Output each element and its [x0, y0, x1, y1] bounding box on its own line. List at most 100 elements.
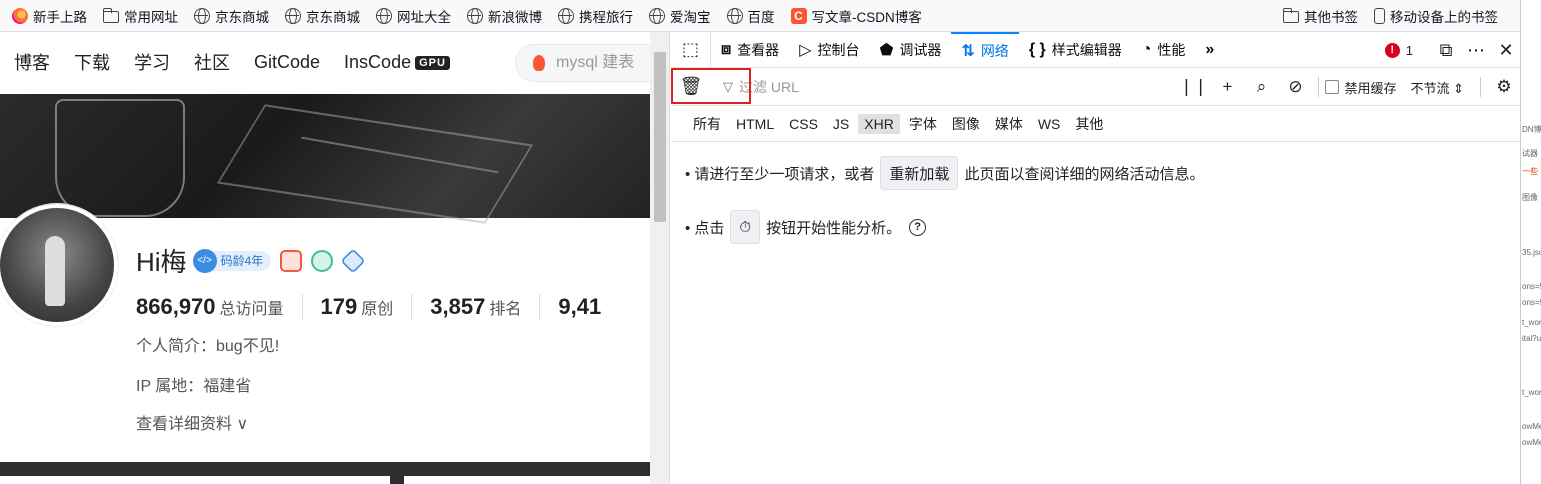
bookmark-item[interactable]: 京东商城: [188, 4, 275, 28]
chevron-down-icon: ∨: [232, 416, 249, 433]
type-other[interactable]: 其他: [1069, 112, 1109, 136]
bookmark-item[interactable]: 新浪微博: [461, 4, 548, 28]
inspector-icon: ⧈: [721, 40, 732, 58]
nav-download[interactable]: 下载: [74, 49, 110, 75]
nav-blog[interactable]: 博客: [14, 49, 50, 75]
view-details-link[interactable]: 查看详细资料 ∨: [136, 410, 248, 434]
add-icon[interactable]: +: [1210, 77, 1244, 97]
empty-notice-perf: • 点击 ⏱ 按钮开始性能分析。 ?: [685, 210, 927, 244]
globe-icon: [194, 7, 210, 24]
bookmark-item[interactable]: 网址大全: [370, 4, 457, 28]
globe-icon: [467, 7, 483, 24]
type-css[interactable]: CSS: [783, 114, 824, 134]
coding-age-badge[interactable]: </> 码龄4年: [192, 248, 272, 273]
bookmark-item[interactable]: 爱淘宝: [643, 4, 717, 28]
stopwatch-button[interactable]: ⏱: [730, 210, 761, 244]
globe-icon: [285, 7, 301, 24]
type-media[interactable]: 媒体: [989, 112, 1029, 136]
globe-icon: [726, 7, 743, 24]
mobile-bookmarks[interactable]: 移动设备上的书签: [1368, 4, 1504, 28]
request-type-filters: 所有 HTML CSS JS XHR 字体 图像 媒体 WS 其他: [671, 106, 1521, 142]
bookmark-item[interactable]: C 写文章-CSDN博客: [785, 4, 928, 28]
folder-icon: [1283, 8, 1299, 23]
error-count-badge[interactable]: ! 1: [1384, 42, 1413, 58]
hot-flame-icon: [533, 55, 545, 71]
type-images[interactable]: 图像: [946, 112, 986, 136]
block-icon[interactable]: ⊘: [1278, 77, 1312, 97]
profile-bio: 个人简介：bug不见!: [136, 338, 280, 355]
tab-network[interactable]: ⇅ 网络: [951, 32, 1019, 67]
nav-community[interactable]: 社区: [194, 49, 230, 75]
firefox-icon: [12, 7, 28, 24]
reload-button[interactable]: 重新加载: [880, 156, 959, 190]
type-js[interactable]: JS: [827, 114, 855, 134]
empty-notice-reload: • 请进行至少一项请求，或者 重新加载 此页面以查阅详细的网络活动信息。: [685, 156, 1204, 190]
annotation-highlight-box: [671, 68, 751, 104]
console-icon: ▷: [799, 41, 812, 59]
stopwatch-icon: ⏱: [739, 218, 752, 236]
bookmark-item[interactable]: 携程旅行: [552, 4, 639, 28]
nav-learn[interactable]: 学习: [134, 49, 170, 75]
tab-inspector[interactable]: ⧈ 查看器: [711, 32, 789, 67]
background-window-strip: DN博 试器 一些 图像 35.jso ons=5 ons=9 t_wor it…: [1520, 0, 1541, 484]
globe-icon: [376, 7, 392, 24]
bookmark-item[interactable]: 百度: [721, 4, 781, 28]
scrollbar-thumb[interactable]: [654, 52, 666, 222]
devtools-toolbar: ⬚ ⧈ 查看器 ▷ 控制台 ⬟ 调试器 ⇅ 网络 { } 样式编辑器 ◔ 性能 » ! 1 ⧉…: [671, 32, 1521, 68]
type-xhr[interactable]: XHR: [858, 113, 900, 134]
globe-icon: [649, 7, 665, 24]
type-fonts[interactable]: 字体: [903, 112, 943, 136]
profile-stats: 866,970 总访问量 179 原创 3,857 排名 9,41: [136, 294, 637, 320]
ip-location: IP 属地：福建省: [136, 378, 252, 395]
folder-icon: [103, 7, 119, 23]
badge-icon[interactable]: [280, 249, 303, 272]
style-editor-icon: { }: [1028, 40, 1046, 58]
tab-console[interactable]: ▷ 控制台: [789, 32, 869, 67]
tab-debugger[interactable]: ⬟ 调试器: [870, 32, 952, 67]
badge-icon[interactable]: [311, 249, 334, 272]
profile-banner: [0, 94, 650, 224]
responsive-mode-icon[interactable]: ⧉: [1431, 40, 1461, 61]
devtools-panel: ⬚ ⧈ 查看器 ▷ 控制台 ⬟ 调试器 ⇅ 网络 { } 样式编辑器 ◔ 性能 » ! 1 ⧉…: [650, 32, 1521, 484]
debugger-icon: ⬟: [879, 41, 894, 59]
nav-inscode[interactable]: InsCode GPU: [344, 52, 450, 73]
tab-performance[interactable]: ◔ 性能: [1132, 32, 1196, 67]
type-all[interactable]: 所有: [687, 112, 727, 136]
network-filter-bar: 🗑 ▽ 过滤 URL ❘❘ + ⌕ ⊘ 禁用缓存 不节流 ⇕ ⚙: [671, 68, 1521, 106]
profile-name: Hi梅 </> 码龄4年: [136, 242, 366, 279]
bookmark-folder[interactable]: 常用网址: [97, 4, 184, 28]
avatar[interactable]: [0, 204, 118, 326]
type-html[interactable]: HTML: [730, 114, 780, 134]
bookmark-item[interactable]: 新手上路: [6, 4, 93, 28]
search-icon[interactable]: ⌕: [1244, 77, 1278, 97]
more-options-icon[interactable]: ⋯: [1461, 40, 1491, 61]
phone-icon: [1374, 8, 1385, 24]
performance-icon: ◔: [1141, 40, 1152, 58]
stat-rank[interactable]: 3,857 排名: [430, 294, 541, 320]
disable-cache-checkbox[interactable]: 禁用缓存: [1325, 78, 1396, 97]
bookmarks-bar: 新手上路 常用网址 京东商城 京东商城 网址大全 新浪微博 携程旅行 爱淘宝 百…: [0, 0, 1520, 32]
gear-icon[interactable]: ⚙: [1487, 77, 1521, 97]
nav-gitcode[interactable]: GitCode: [254, 52, 320, 73]
more-tabs-icon[interactable]: »: [1195, 32, 1230, 67]
network-icon: ⇅: [961, 42, 975, 60]
gpu-badge: GPU: [415, 55, 450, 70]
tab-style-editor[interactable]: { } 样式编辑器: [1019, 32, 1132, 67]
help-icon[interactable]: ?: [909, 218, 927, 236]
stat-fans[interactable]: 9,41: [558, 294, 619, 320]
globe-icon: [558, 7, 574, 24]
error-icon: !: [1384, 42, 1400, 58]
stat-visits[interactable]: 866,970 总访问量: [136, 294, 303, 320]
csdn-icon: C: [790, 7, 807, 24]
pause-icon[interactable]: ❘❘: [1176, 77, 1210, 97]
element-picker-icon[interactable]: ⬚: [671, 32, 711, 67]
csdn-page: 博客 下载 学习 社区 GitCode InsCode GPU mysql 建表 …: [0, 32, 650, 484]
stat-original[interactable]: 179 原创: [321, 294, 413, 320]
throttle-select[interactable]: 不节流 ⇕: [1410, 78, 1464, 97]
type-ws[interactable]: WS: [1032, 114, 1067, 134]
page-scrollbar[interactable]: [650, 32, 670, 484]
other-bookmarks[interactable]: 其他书签: [1277, 4, 1364, 28]
close-icon[interactable]: ✕: [1491, 40, 1521, 61]
bookmark-item[interactable]: 京东商城: [279, 4, 366, 28]
badge-icon[interactable]: [340, 248, 366, 273]
